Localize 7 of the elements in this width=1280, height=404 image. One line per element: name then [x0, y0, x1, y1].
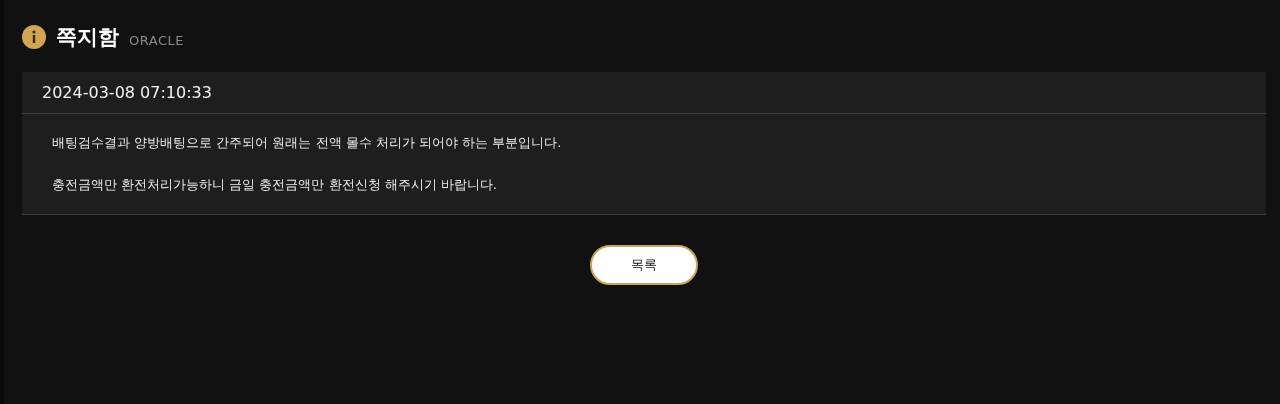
info-icon [22, 25, 46, 49]
message-text: 배팅검수결과 양방배팅으로 간주되어 원래는 전액 몰수 처리가 되어야 하는 부분입니다. [52, 134, 563, 152]
page-subtitle: ORACLE [129, 32, 184, 48]
page-title: 쪽지함 [56, 24, 119, 51]
message-date: 2024-03-08 07:10:33 [22, 72, 1266, 114]
list-button[interactable]: 목록 [590, 245, 698, 285]
message-text: 충전금액만 환전처리가능하니 금일 충전금액만 환전신청 해주시기 바랍니다. [52, 176, 498, 194]
